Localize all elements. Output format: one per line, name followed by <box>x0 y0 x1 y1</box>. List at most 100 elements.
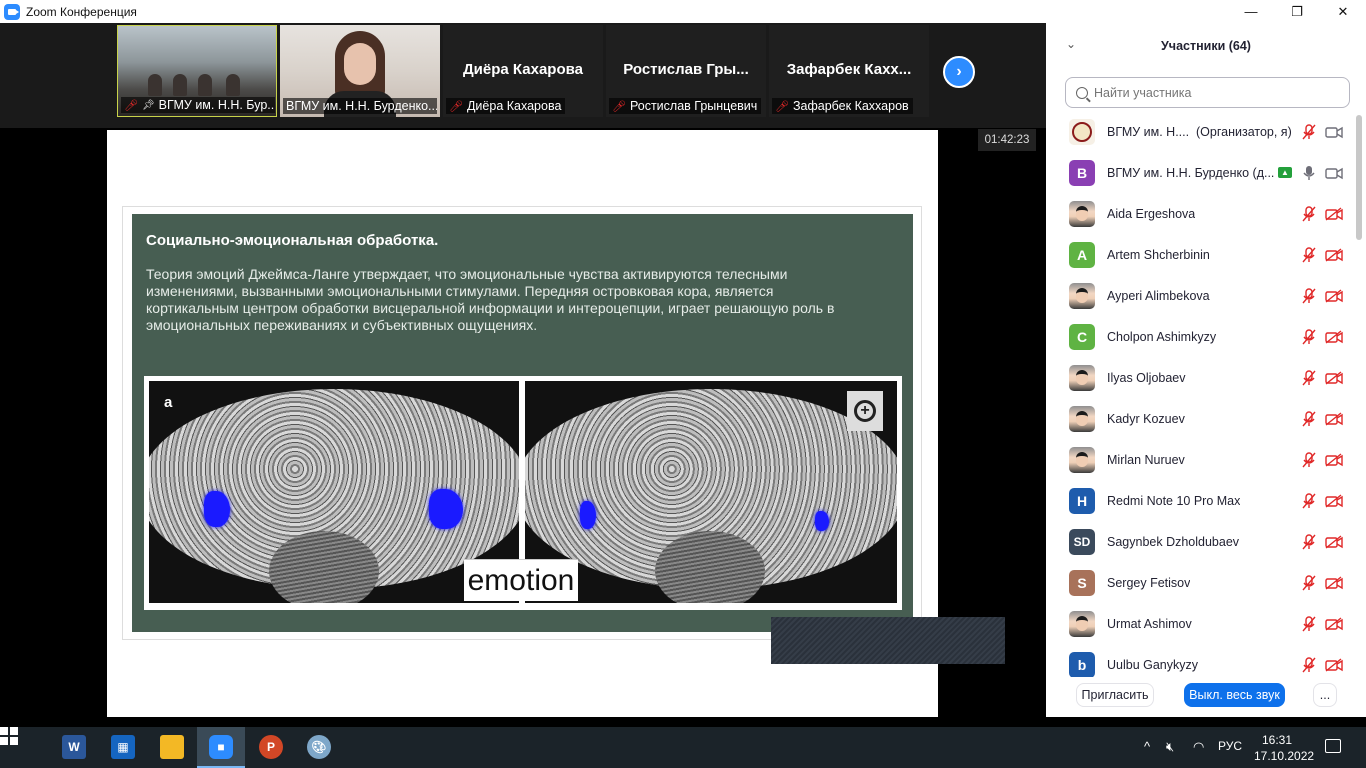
participant-row[interactable]: Ayperi Alimbekova <box>1046 275 1356 316</box>
close-button[interactable]: ✕ <box>1320 0 1366 23</box>
mic-muted-icon[interactable] <box>1302 656 1316 673</box>
calculator-grid-icon[interactable]: ▦ <box>111 735 135 759</box>
scrollbar[interactable] <box>1356 115 1362 671</box>
mic-muted-icon[interactable] <box>1302 615 1316 632</box>
avatar <box>1069 364 1095 391</box>
notification-icon[interactable] <box>1325 739 1341 753</box>
language-indicator[interactable]: РУС <box>1218 739 1242 753</box>
avatar <box>1069 118 1095 145</box>
tile-name: Зафарбек Кахх... <box>786 61 912 78</box>
avatar <box>1069 405 1095 432</box>
avatar: b <box>1069 651 1095 677</box>
video-off-icon[interactable] <box>1325 575 1343 590</box>
clock[interactable]: 16:31 17.10.2022 <box>1254 732 1314 764</box>
network-icon[interactable]: ◠ <box>1193 739 1204 755</box>
participant-row[interactable]: A Artem Shcherbinin <box>1046 234 1356 275</box>
mic-muted-icon[interactable] <box>1302 328 1316 345</box>
participant-name: Sagynbek Dzholdubaev <box>1107 534 1240 549</box>
participant-row[interactable]: Kadyr Kozuev <box>1046 398 1356 439</box>
search-input[interactable] <box>1094 85 1334 100</box>
tile-name: Диёра Кахарова <box>463 61 583 78</box>
zoom-plus-icon: + <box>847 391 883 431</box>
word-icon[interactable]: W <box>62 735 86 759</box>
participant-row[interactable]: ВГМУ им. Н.... (Организатор, я) <box>1046 111 1356 152</box>
participant-row[interactable]: В ВГМУ им. Н.Н. Бурденко (д... ▲ <box>1046 152 1356 193</box>
mic-muted-icon[interactable] <box>1302 574 1316 591</box>
participant-name: Artem Shcherbinin <box>1107 247 1210 262</box>
restore-button[interactable]: ❐ <box>1274 0 1320 23</box>
participant-row[interactable]: Ilyas Oljobaev <box>1046 357 1356 398</box>
video-off-icon[interactable] <box>1325 534 1343 549</box>
mic-muted-icon[interactable] <box>1302 246 1316 263</box>
taskbar: W ▦ ■ P 🎨︎ ^ 🔇︎ ◠ РУС 16:31 17.10.2022 <box>0 727 1366 768</box>
meeting-timer: 01:42:23 <box>978 129 1036 151</box>
video-off-icon[interactable] <box>1325 206 1343 221</box>
video-off-icon[interactable] <box>1325 329 1343 344</box>
avatar: SD <box>1069 528 1095 555</box>
speaker-muted-icon[interactable]: 🔇︎ <box>1166 739 1174 755</box>
chevron-up-icon[interactable]: ^ <box>1144 739 1150 754</box>
mic-muted-icon: 🎤︎ <box>775 100 789 113</box>
file-explorer-icon[interactable] <box>160 735 184 759</box>
video-off-icon[interactable] <box>1325 247 1343 262</box>
participant-name: Urmat Ashimov <box>1107 616 1192 631</box>
participant-row[interactable]: Mirlan Nuruev <box>1046 439 1356 480</box>
participant-row[interactable]: S Sergey Fetisov <box>1046 562 1356 603</box>
participant-name: Cholpon Ashimkyzy <box>1107 329 1217 344</box>
participant-name: Ayperi Alimbekova <box>1107 288 1210 303</box>
mic-muted-icon[interactable] <box>1302 533 1316 550</box>
invite-button[interactable]: Пригласить <box>1076 683 1154 707</box>
video-tile[interactable]: ВГМУ им. Н.Н. Бурденко... <box>280 25 440 117</box>
tile-name: Ростислав Гры... <box>623 61 749 78</box>
mic-muted-icon[interactable] <box>1302 123 1316 140</box>
video-off-icon[interactable] <box>1325 493 1343 508</box>
video-off-icon[interactable] <box>1325 657 1343 672</box>
participant-row[interactable]: SD Sagynbek Dzholdubaev <box>1046 521 1356 562</box>
video-off-icon[interactable] <box>1325 411 1343 426</box>
mic-muted-icon[interactable] <box>1302 492 1316 509</box>
video-off-icon[interactable] <box>1325 616 1343 631</box>
mic-muted-icon[interactable] <box>1302 410 1316 427</box>
video-tile[interactable]: Диёра Кахарова 🎤︎ Диёра Кахарова <box>443 25 603 117</box>
mic-muted-icon[interactable] <box>1302 205 1316 222</box>
windows-start-icon[interactable] <box>0 727 18 745</box>
participant-row[interactable]: b Uulbu Ganykyzy <box>1046 644 1356 677</box>
mic-muted-icon[interactable] <box>1302 369 1316 386</box>
mic-muted-icon[interactable] <box>1302 451 1316 468</box>
brain-image-right: + <box>525 381 897 603</box>
tile-label: 🎤︎ 📌︎ ВГМУ им. Н.Н. Бур... <box>121 97 275 113</box>
video-tile[interactable]: Зафарбек Кахх... 🎤︎ Зафарбек Каххаров <box>769 25 929 117</box>
participant-row[interactable]: H Redmi Note 10 Pro Max <box>1046 480 1356 521</box>
video-off-icon[interactable] <box>1325 288 1343 303</box>
powerpoint-icon[interactable]: P <box>259 735 283 759</box>
avatar: C <box>1069 323 1095 350</box>
minimize-button[interactable]: — <box>1228 0 1274 23</box>
video-camera-icon[interactable] <box>1325 125 1343 139</box>
mute-all-button[interactable]: Выкл. весь звук <box>1184 683 1285 707</box>
slide-content: Социально-эмоциональная обработка. Теори… <box>132 214 913 632</box>
chevron-down-icon[interactable]: ⌄ <box>1066 37 1076 51</box>
more-button[interactable]: ... <box>1313 683 1337 707</box>
zoom-taskbar-item[interactable]: ■ <box>197 727 245 768</box>
video-off-icon[interactable] <box>1325 370 1343 385</box>
video-strip: 🎤︎ 📌︎ ВГМУ им. Н.Н. Бур... ВГМУ им. Н.Н.… <box>0 23 1046 128</box>
video-camera-icon[interactable] <box>1325 166 1343 180</box>
window-title: Zoom Конференция <box>26 4 137 19</box>
participant-row[interactable]: Aida Ergeshova <box>1046 193 1356 234</box>
microphone-icon[interactable] <box>1302 165 1316 181</box>
next-page-button[interactable]: › <box>943 56 975 88</box>
participant-name: Mirlan Nuruev <box>1107 452 1185 467</box>
participants-panel: ⌄ Участники (64) ВГМУ им. Н.... (Организа… <box>1046 23 1366 717</box>
paint-icon[interactable]: 🎨︎ <box>307 735 331 759</box>
video-tile[interactable]: Ростислав Гры... 🎤︎ Ростислав Грынцевич <box>606 25 766 117</box>
video-off-icon[interactable] <box>1325 452 1343 467</box>
tile-label: ВГМУ им. Н.Н. Бурденко... <box>283 98 437 114</box>
mic-muted-icon: 🎤︎ <box>449 100 463 113</box>
participant-role: (Организатор, я) <box>1196 124 1292 139</box>
participant-row[interactable]: C Cholpon Ashimkyzy <box>1046 316 1356 357</box>
video-tile[interactable]: 🎤︎ 📌︎ ВГМУ им. Н.Н. Бур... <box>117 25 277 117</box>
mic-muted-icon[interactable] <box>1302 287 1316 304</box>
search-box[interactable] <box>1065 77 1350 108</box>
pin-icon: 📌︎ <box>141 99 155 111</box>
participant-row[interactable]: Urmat Ashimov <box>1046 603 1356 644</box>
